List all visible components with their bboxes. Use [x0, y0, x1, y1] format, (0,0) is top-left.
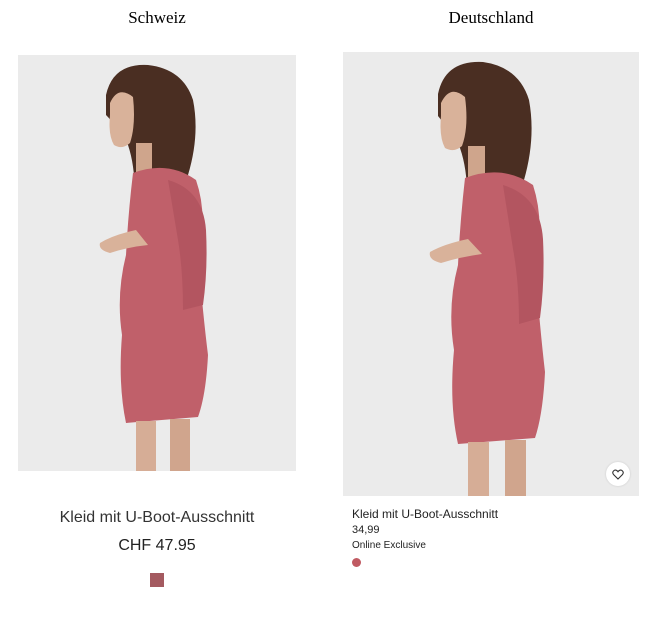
color-swatch-deutschland[interactable]: [352, 558, 361, 567]
model-dress-illustration: [343, 52, 639, 496]
favorite-button-deutschland[interactable]: [606, 462, 630, 486]
product-price-deutschland: 34,99: [352, 524, 380, 536]
product-image-schweiz[interactable]: [18, 55, 296, 471]
column-heading-schweiz: Schweiz: [128, 8, 186, 27]
model-dress-illustration: [18, 55, 296, 471]
column-heading-deutschland: Deutschland: [448, 8, 534, 27]
product-name-schweiz[interactable]: Kleid mit U-Boot-Ausschnitt: [18, 509, 296, 527]
product-name-deutschland[interactable]: Kleid mit U-Boot-Ausschnitt: [352, 507, 498, 521]
product-image-deutschland[interactable]: [343, 52, 639, 496]
color-swatch-schweiz[interactable]: [150, 573, 164, 587]
product-price-schweiz: CHF 47.95: [118, 537, 196, 554]
online-exclusive-badge: Online Exclusive: [352, 540, 426, 551]
heart-icon: [612, 469, 624, 480]
